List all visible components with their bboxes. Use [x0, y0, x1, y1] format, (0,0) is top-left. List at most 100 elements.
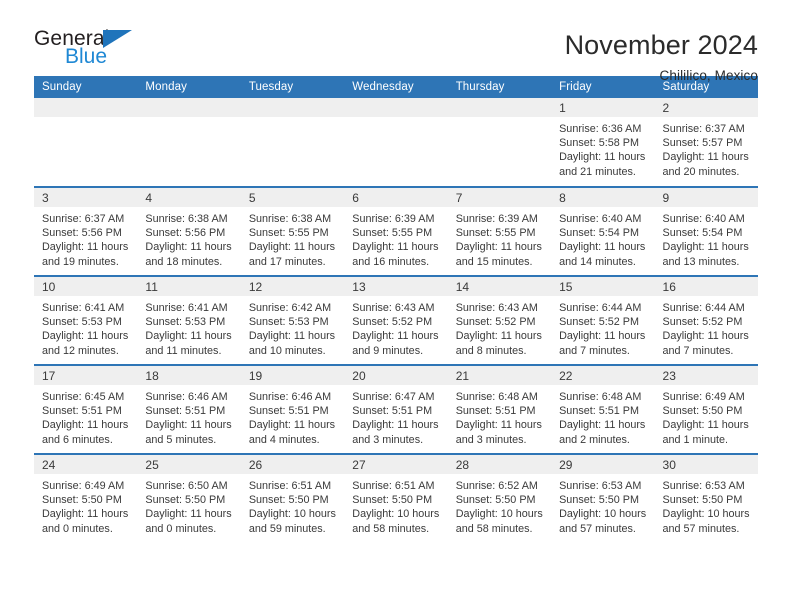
sunset-text: Sunset: 5:51 PM — [352, 405, 433, 418]
daylight-text-line1: Daylight: 10 hours — [559, 508, 647, 521]
day-number: 21 — [447, 366, 552, 385]
sunrise-text: Sunrise: 6:36 AM — [559, 123, 642, 135]
sunset-text: Sunset: 5:50 PM — [662, 405, 743, 418]
daylight-text-line1: Daylight: 11 hours — [248, 419, 336, 432]
sunrise-text: Sunrise: 6:49 AM — [42, 480, 125, 492]
daylight-text-line1: Daylight: 11 hours — [559, 330, 646, 343]
day-details: Sunrise: 6:37 AM Sunset: 5:56 PM Daylight:… — [34, 207, 137, 269]
calendar-table: Sunday Monday Tuesday Wednesday Thursday Frid… — [34, 76, 758, 543]
calendar-day-cell[interactable]: 1 Sunrise: 6:36 AM Sunset: 5:58 PM Daylight… — [551, 98, 655, 187]
calendar-day-cell[interactable]: 10 Sunrise: 6:41 AM Sunset: 5:53 PM Dayligh… — [34, 275, 138, 365]
daylight-text-line1: Daylight: 11 hours — [42, 241, 129, 254]
calendar-day-cell[interactable]: 28 Sunrise: 6:52 AM Sunset: 5:50 PM Dayligh… — [447, 453, 552, 543]
calendar-day-cell[interactable]: 20 Sunrise: 6:47 AM Sunset: 5:51 PM Dayligh… — [344, 364, 448, 454]
calendar-day-cell[interactable]: 24 Sunrise: 6:49 AM Sunset: 5:50 PM Dayligh… — [34, 453, 138, 543]
calendar-day-cell[interactable]: 4 Sunrise: 6:38 AM Sunset: 5:56 PM Daylight… — [137, 186, 241, 276]
day-details: Sunrise: 6:42 AM Sunset: 5:53 PM Daylight:… — [241, 296, 344, 358]
daylight-text-line1: Daylight: 11 hours — [559, 151, 646, 164]
calendar-day-cell[interactable]: 2 Sunrise: 6:37 AM Sunset: 5:57 PM Daylight… — [654, 98, 758, 187]
day-number: 2 — [654, 98, 758, 117]
calendar-day-cell[interactable]: 21 Sunrise: 6:48 AM Sunset: 5:51 PM Dayligh… — [447, 364, 552, 454]
sunrise-text: Sunrise: 6:53 AM — [662, 480, 745, 492]
sunrise-text: Sunrise: 6:49 AM — [662, 391, 745, 403]
daylight-text-line2: and 0 minutes. — [145, 522, 217, 535]
day-details: Sunrise: 6:47 AM Sunset: 5:51 PM Daylight:… — [344, 385, 447, 447]
general-blue-logo[interactable]: General Blue — [34, 28, 150, 76]
sunset-text: Sunset: 5:51 PM — [559, 405, 639, 418]
calendar-day-cell[interactable]: 29 Sunrise: 6:53 AM Sunset: 5:50 PM Dayligh… — [551, 453, 655, 543]
calendar-week-row: 10 Sunrise: 6:41 AM Sunset: 5:53 PM Dayligh… — [34, 275, 758, 365]
calendar-day-cell[interactable]: 7 Sunrise: 6:39 AM Sunset: 5:55 PM Daylight… — [447, 186, 552, 276]
sunset-text: Sunset: 5:56 PM — [145, 227, 226, 240]
calendar-day-cell[interactable]: 26 Sunrise: 6:51 AM Sunset: 5:50 PM Dayligh… — [240, 453, 345, 543]
daylight-text-line2: and 59 minutes. — [248, 522, 326, 535]
daylight-text-line1: Daylight: 11 hours — [145, 330, 232, 343]
daylight-text-line2: and 57 minutes. — [559, 522, 636, 535]
calendar-day-cell[interactable]: 23 Sunrise: 6:49 AM Sunset: 5:50 PM Dayligh… — [654, 364, 758, 454]
calendar-day-cell[interactable]: 6 Sunrise: 6:39 AM Sunset: 5:55 PM Daylight… — [344, 186, 448, 276]
daylight-text-line2: and 9 minutes. — [352, 344, 424, 357]
calendar-day-cell[interactable]: 13 Sunrise: 6:43 AM Sunset: 5:52 PM Dayligh… — [344, 275, 448, 365]
day-details: Sunrise: 6:51 AM Sunset: 5:50 PM Daylight:… — [241, 474, 344, 536]
daylight-text-line2: and 1 minute. — [662, 433, 728, 446]
daylight-text-line2: and 10 minutes. — [248, 344, 326, 357]
title-block: November 2024 Chililico, Mexico — [565, 28, 758, 83]
calendar-day-cell[interactable]: 8 Sunrise: 6:40 AM Sunset: 5:54 PM Daylight… — [551, 186, 655, 276]
calendar-day-cell[interactable]: 27 Sunrise: 6:51 AM Sunset: 5:50 PM Dayligh… — [344, 453, 448, 543]
sunset-text: Sunset: 5:55 PM — [352, 227, 433, 240]
page-subtitle: Chililico, Mexico — [659, 68, 758, 84]
daylight-text-line2: and 16 minutes. — [352, 255, 430, 268]
day-details: Sunrise: 6:46 AM Sunset: 5:51 PM Daylight:… — [137, 385, 240, 447]
calendar-day-cell[interactable]: 22 Sunrise: 6:48 AM Sunset: 5:51 PM Dayligh… — [551, 364, 655, 454]
calendar-day-cell[interactable]: 17 Sunrise: 6:45 AM Sunset: 5:51 PM Dayligh… — [34, 364, 138, 454]
calendar-week-row: 3 Sunrise: 6:37 AM Sunset: 5:56 PM Daylight… — [34, 186, 758, 276]
calendar-day-cell[interactable]: 9 Sunrise: 6:40 AM Sunset: 5:54 PM Daylight… — [654, 186, 758, 276]
day-number: 25 — [137, 455, 241, 474]
sunrise-text: Sunrise: 6:48 AM — [559, 391, 642, 403]
day-number: 16 — [654, 277, 758, 296]
day-number: 20 — [344, 366, 448, 385]
calendar-day-cell[interactable]: 3 Sunrise: 6:37 AM Sunset: 5:56 PM Daylight… — [34, 186, 138, 276]
daylight-text-line1: Daylight: 11 hours — [248, 330, 336, 343]
day-details: Sunrise: 6:38 AM Sunset: 5:56 PM Daylight:… — [137, 207, 240, 269]
daylight-text-line2: and 4 minutes. — [248, 433, 320, 446]
sunrise-text: Sunrise: 6:42 AM — [248, 302, 332, 314]
calendar-day-cell[interactable]: 25 Sunrise: 6:50 AM Sunset: 5:50 PM Dayligh… — [137, 453, 241, 543]
daylight-text-line2: and 19 minutes. — [42, 255, 119, 268]
daylight-text-line2: and 11 minutes. — [145, 344, 222, 357]
sunset-text: Sunset: 5:57 PM — [662, 137, 743, 150]
sunrise-text: Sunrise: 6:50 AM — [145, 480, 228, 492]
sunrise-text: Sunrise: 6:37 AM — [42, 213, 125, 225]
calendar-day-cell[interactable]: 14 Sunrise: 6:43 AM Sunset: 5:52 PM Dayligh… — [447, 275, 552, 365]
calendar-day-cell[interactable]: 15 Sunrise: 6:44 AM Sunset: 5:52 PM Dayligh… — [551, 275, 655, 365]
weekday-header-monday: Monday — [137, 76, 241, 98]
calendar-day-cell[interactable]: 30 Sunrise: 6:53 AM Sunset: 5:50 PM Dayligh… — [654, 453, 758, 543]
sunrise-text: Sunrise: 6:48 AM — [455, 391, 538, 403]
calendar-day-cell[interactable]: 18 Sunrise: 6:46 AM Sunset: 5:51 PM Dayligh… — [137, 364, 241, 454]
daylight-text-line2: and 7 minutes. — [662, 344, 734, 357]
calendar-day-cell[interactable]: 11 Sunrise: 6:41 AM Sunset: 5:53 PM Dayligh… — [137, 275, 241, 365]
day-details: Sunrise: 6:43 AM Sunset: 5:52 PM Daylight:… — [344, 296, 447, 358]
calendar-day-cell[interactable]: 12 Sunrise: 6:42 AM Sunset: 5:53 PM Dayligh… — [240, 275, 345, 365]
daylight-text-line1: Daylight: 11 hours — [145, 241, 232, 254]
daylight-text-line2: and 15 minutes. — [455, 255, 533, 268]
daylight-text-line1: Daylight: 11 hours — [42, 419, 129, 432]
day-details: Sunrise: 6:48 AM Sunset: 5:51 PM Daylight:… — [551, 385, 654, 447]
sunrise-text: Sunrise: 6:41 AM — [42, 302, 125, 314]
daylight-text-line2: and 6 minutes. — [42, 433, 113, 446]
day-details: Sunrise: 6:53 AM Sunset: 5:50 PM Daylight:… — [655, 474, 758, 536]
calendar-day-cell[interactable]: 19 Sunrise: 6:46 AM Sunset: 5:51 PM Dayligh… — [240, 364, 345, 454]
sunrise-text: Sunrise: 6:39 AM — [352, 213, 435, 225]
daylight-text-line1: Daylight: 10 hours — [662, 508, 750, 521]
sunset-text: Sunset: 5:50 PM — [455, 494, 536, 507]
calendar-day-cell[interactable]: 16 Sunrise: 6:44 AM Sunset: 5:52 PM Dayligh… — [654, 275, 758, 365]
day-number: 5 — [240, 188, 345, 207]
daylight-text-line2: and 58 minutes. — [352, 522, 430, 535]
day-details: Sunrise: 6:37 AM Sunset: 5:57 PM Daylight:… — [655, 117, 758, 179]
sunrise-text: Sunrise: 6:51 AM — [352, 480, 435, 492]
day-number: 14 — [447, 277, 552, 296]
sunrise-text: Sunrise: 6:45 AM — [42, 391, 125, 403]
day-details: Sunrise: 6:45 AM Sunset: 5:51 PM Daylight:… — [34, 385, 137, 447]
calendar-day-cell[interactable]: 5 Sunrise: 6:38 AM Sunset: 5:55 PM Daylight… — [240, 186, 345, 276]
day-details: Sunrise: 6:40 AM Sunset: 5:54 PM Daylight:… — [655, 207, 758, 269]
